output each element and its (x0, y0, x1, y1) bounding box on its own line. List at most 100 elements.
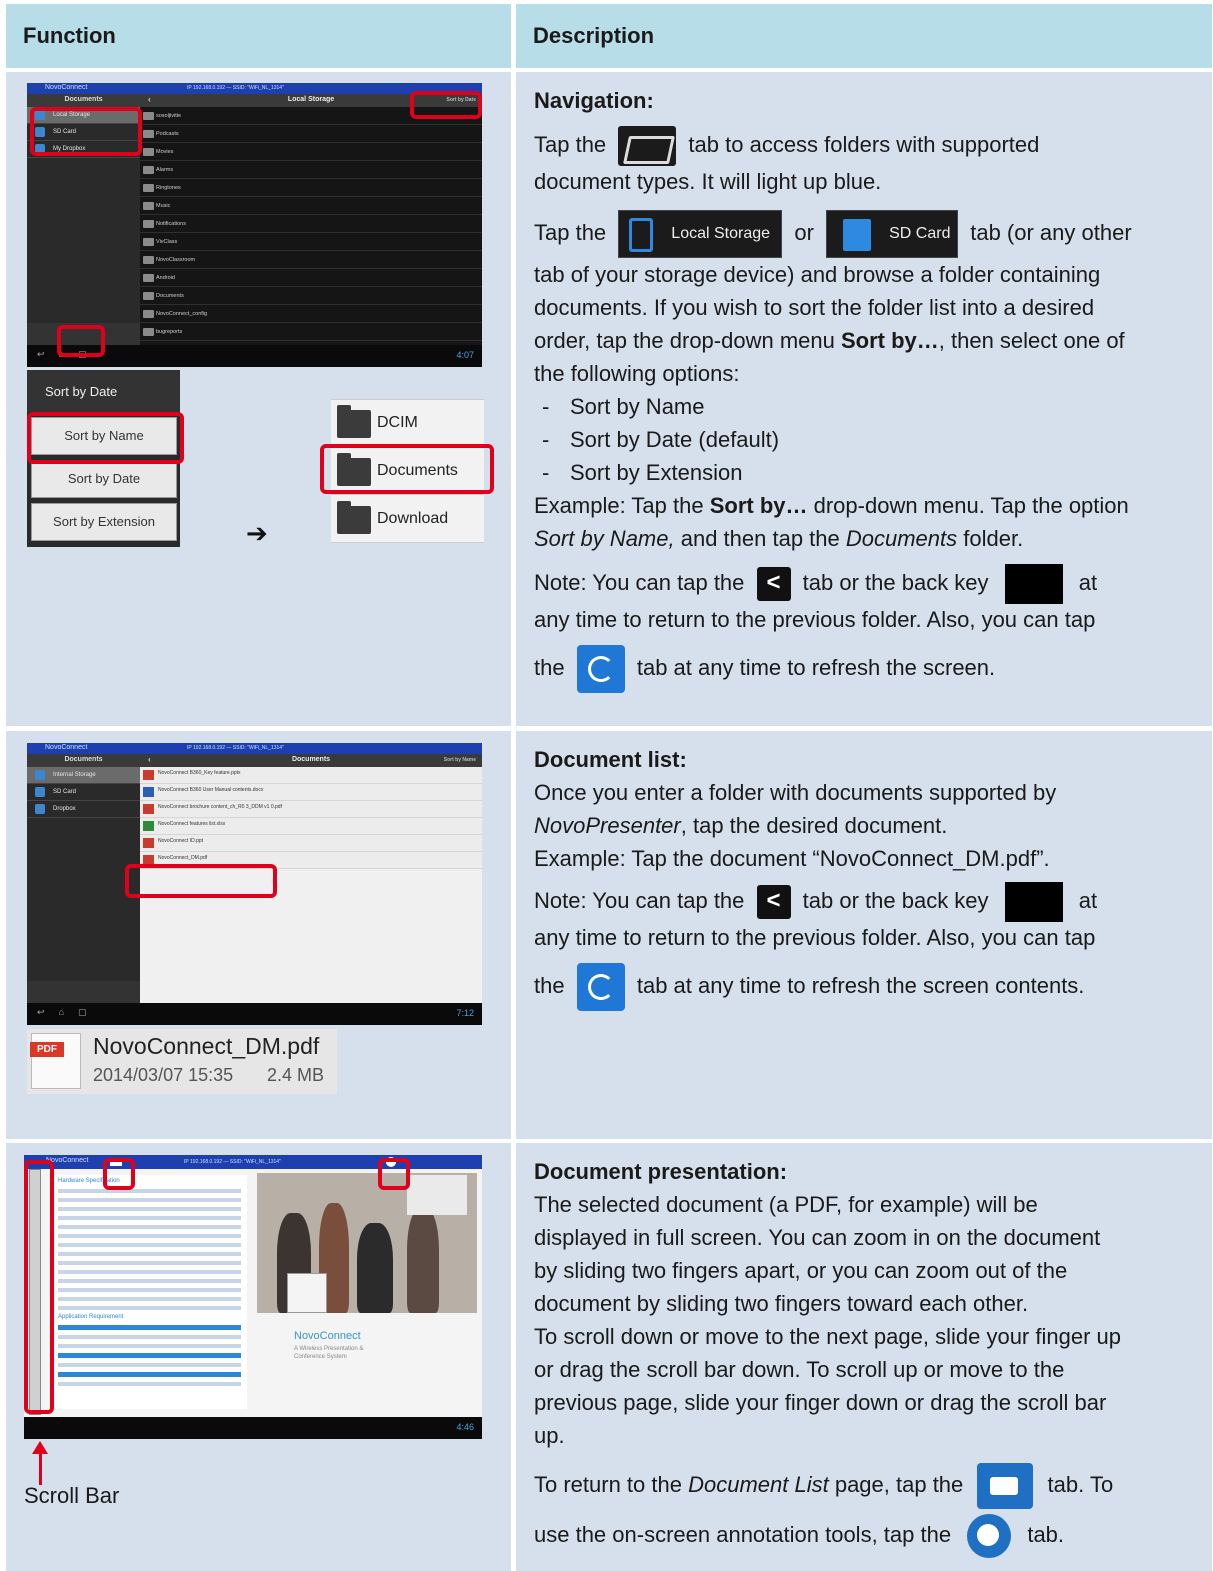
highlight-box (378, 1158, 410, 1190)
brochure-photo (257, 1173, 477, 1313)
header-description: Description (533, 23, 655, 48)
header-function: Function (23, 23, 116, 48)
back-tab-icon: < (756, 567, 791, 602)
folder-icon (143, 220, 154, 228)
document-row[interactable]: NovoConnect B360_Key feature.pptx (140, 767, 482, 784)
sort-by-date-option[interactable]: Sort by Date (31, 460, 177, 498)
section-title: Navigation: (534, 88, 654, 113)
highlight-box (103, 1158, 135, 1190)
folder-row[interactable]: Documents (140, 287, 482, 305)
folder-icon (337, 405, 371, 438)
pdf-file-item[interactable]: PDF NovoConnect_DM.pdf 2014/03/07 15:35 … (27, 1029, 337, 1094)
row3-description-cell: Document presentation: The selected docu… (516, 1143, 1212, 1571)
document-row[interactable]: NovoConnect ID.ppt (140, 835, 482, 852)
storage-sidebar: Documents Internal Storage SD Card Dropb… (27, 754, 140, 1003)
section-title: Document list: (534, 747, 687, 772)
navigation-screenshot: NovoConnect IP 192.168.0.192 — SSID: "Wi… (27, 83, 482, 367)
pdf-file-icon: PDF (30, 1033, 81, 1089)
app-requirement-title: Application Requirement (58, 1314, 124, 1320)
folder-icon (143, 148, 154, 156)
back-icon[interactable]: ‹ (148, 95, 151, 104)
sort-by-extension-option[interactable]: Sort by Extension (31, 503, 177, 541)
folder-icon (143, 184, 154, 192)
folder-row[interactable]: Ringtones (140, 179, 482, 197)
sidebar-title: Documents (27, 94, 140, 107)
folder-icon (143, 238, 154, 246)
folder-row-dcim[interactable]: DCIM (331, 400, 484, 447)
pane-header: ‹ Documents Sort by Name (140, 754, 482, 767)
status-bar: NovoConnect IP 192.168.0.192 — SSID: "Wi… (27, 743, 482, 754)
folder-row[interactable]: NovoConnect_config (140, 305, 482, 323)
annotation-tab-icon (967, 1514, 1012, 1559)
file-name: NovoConnect_DM.pdf (93, 1033, 320, 1059)
highlight-box (125, 864, 277, 898)
spec-page: Hardware Specification Application Requi… (52, 1175, 247, 1409)
highlight-box (320, 444, 494, 494)
status-app-title: NovoConnect (45, 744, 88, 751)
folder-icon (143, 130, 154, 138)
pane-title: Documents (291, 756, 331, 763)
file-size: 2.4 MB (267, 1065, 325, 1085)
folder-row-download[interactable]: Download (331, 496, 484, 543)
folder-icon (143, 310, 154, 318)
sidebar-item-sd-card[interactable]: SD Card (27, 784, 140, 801)
document-list-description: Document list: Once you enter a folder w… (534, 743, 1097, 1012)
file-date: 2014/03/07 15:35 (93, 1065, 234, 1085)
document-row[interactable]: NovoConnect features list.xlsx (140, 818, 482, 835)
android-nav-bar: 4:46 (24, 1417, 482, 1439)
sidebar-tab-bar (27, 981, 140, 1003)
navigation-description: Navigation: Tap the tab to access folder… (534, 84, 1132, 694)
back-icon[interactable]: ‹ (148, 755, 151, 764)
folder-icon (143, 292, 154, 300)
row3-function-cell: NovoConnect IP 192.168.0.192 — SSID: "Wi… (6, 1143, 511, 1571)
nav-buttons-icon[interactable]: ↩⌂▢ (37, 1007, 100, 1018)
folder-row[interactable]: Music (140, 197, 482, 215)
storage-icon (35, 770, 45, 780)
document-list-tab-icon (977, 1463, 1034, 1510)
row1-function-cell: NovoConnect IP 192.168.0.192 — SSID: "Wi… (6, 72, 511, 726)
highlight-box (410, 91, 482, 119)
back-tab-icon: < (756, 885, 791, 920)
scroll-bar-label: Scroll Bar (24, 1483, 120, 1508)
folder-row[interactable]: NovoClassroom (140, 251, 482, 269)
document-row[interactable]: NovoConnect brochure content_ch_R0 3_DDM… (140, 801, 482, 818)
folder-row[interactable]: VivClass (140, 233, 482, 251)
document-icon (143, 838, 154, 848)
back-key-icon (1004, 564, 1063, 605)
folder-tab-icon (618, 126, 677, 167)
document-row[interactable]: NovoConnect B360 User Manual contents.do… (140, 784, 482, 801)
folder-row[interactable]: Notifications (140, 215, 482, 233)
folder-icon (143, 256, 154, 264)
status-info: IP 192.168.0.192 — SSID: "WiFi_NL_1314" (187, 745, 284, 751)
dropbox-icon (35, 804, 45, 814)
status-info: IP 192.168.0.192 — SSID: "WiFi_NL_1314" (187, 85, 284, 91)
clock: 4:07 (456, 350, 474, 360)
row2-description-cell: Document list: Once you enter a folder w… (516, 731, 1212, 1139)
highlight-box (24, 1160, 54, 1414)
sidebar-item-dropbox[interactable]: Dropbox (27, 801, 140, 818)
presentation-top-bar: NovoConnect IP 192.168.0.192 — SSID: "Wi… (24, 1155, 482, 1169)
refresh-tab-icon (576, 645, 625, 694)
document-icon (143, 770, 154, 780)
sort-menu-title[interactable]: Sort by Date (27, 370, 180, 412)
folder-row[interactable]: bugreports (140, 323, 482, 341)
folder-row[interactable]: Movies (140, 143, 482, 161)
folder-row[interactable]: Android (140, 269, 482, 287)
sidebar-title: Documents (27, 754, 140, 767)
pane-title: Local Storage (287, 96, 335, 103)
folder-row[interactable]: Podcasts (140, 125, 482, 143)
folder-icon (143, 202, 154, 210)
folder-row[interactable]: Alarms (140, 161, 482, 179)
clock: 7:12 (456, 1008, 474, 1018)
instruction-table: Function Description NovoConnect IP 192.… (6, 4, 1212, 1571)
sidebar-item-internal-storage[interactable]: Internal Storage (27, 767, 140, 784)
sort-dropdown[interactable]: Sort by Name (444, 757, 476, 763)
document-presentation-description: Document presentation: The selected docu… (534, 1155, 1121, 1560)
sd-card-icon (35, 787, 45, 797)
folder-icon (143, 328, 154, 336)
local-storage-tab-icon: Local Storage (618, 210, 783, 259)
android-nav-bar: ↩⌂▢ 7:12 (27, 1003, 482, 1025)
folder-pane: ‹ Local Storage Sort by Date sosoljiviti… (140, 94, 482, 345)
brand-name: NovoConnect (294, 1330, 361, 1342)
header-description-cell: Description (516, 4, 1212, 68)
